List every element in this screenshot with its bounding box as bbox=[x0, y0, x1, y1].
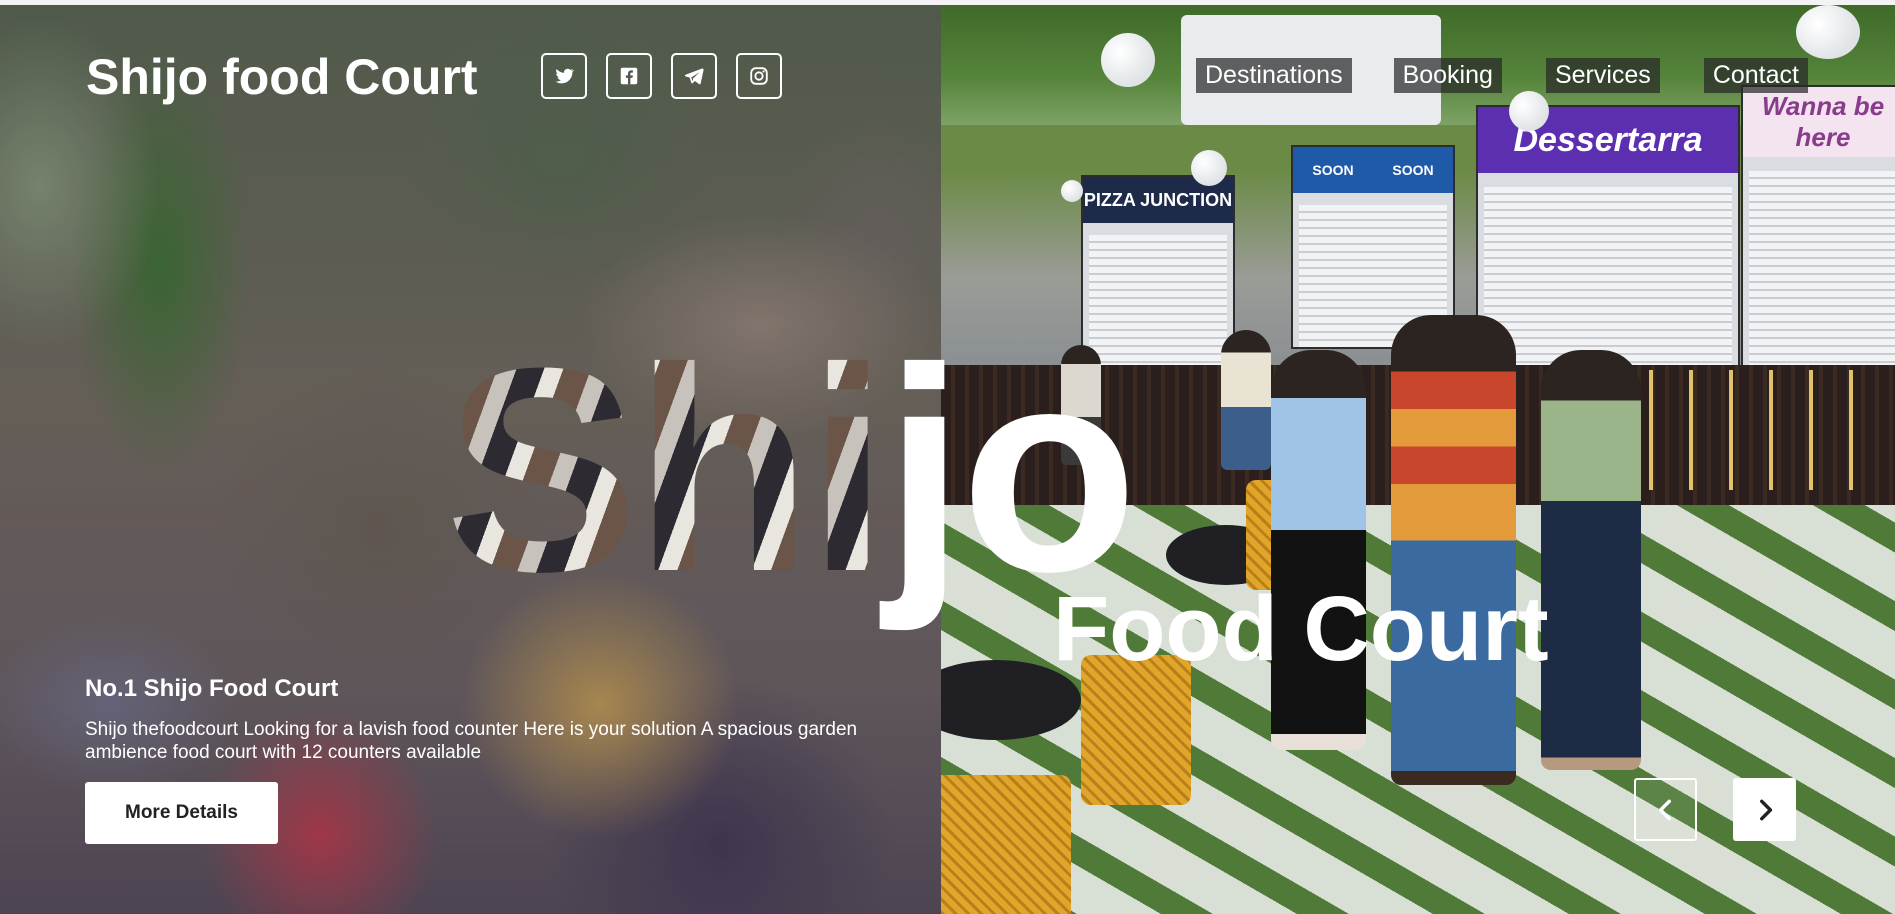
site-brand[interactable]: Shijo food Court bbox=[86, 48, 478, 106]
nav-item-destinations[interactable]: Destinations bbox=[1196, 58, 1352, 93]
twitter-button[interactable] bbox=[541, 53, 587, 99]
facebook-button[interactable] bbox=[606, 53, 652, 99]
nav-item-booking[interactable]: Booking bbox=[1393, 58, 1502, 93]
social-links bbox=[541, 53, 782, 99]
telegram-button[interactable] bbox=[671, 53, 717, 99]
wordmark-image-fill-part: Shi bbox=[445, 308, 888, 632]
stall-sign: Wanna be here bbox=[1743, 87, 1895, 157]
nav-item-contact[interactable]: Contact bbox=[1703, 58, 1808, 93]
hero-overlay-wordmark: Shijo bbox=[445, 325, 1138, 615]
paper-lantern bbox=[1509, 91, 1549, 131]
slider-prev-button[interactable] bbox=[1634, 778, 1697, 841]
yellow-chair bbox=[941, 775, 1071, 914]
paper-lantern bbox=[1061, 180, 1083, 202]
twitter-icon bbox=[555, 68, 575, 84]
stall-shutter bbox=[1484, 187, 1732, 367]
more-details-button[interactable]: More Details bbox=[85, 782, 278, 844]
stall-wanna-be-here: Wanna be here bbox=[1741, 85, 1895, 369]
person-green-top bbox=[1541, 350, 1641, 770]
hero-slider: PIZZA JUNCTION SOON SOON Dessertarra Wan… bbox=[0, 5, 1895, 914]
person-background bbox=[1221, 330, 1271, 470]
fence-lights bbox=[1631, 370, 1871, 490]
stall-sign: SOON bbox=[1312, 162, 1354, 178]
stall-dessertarra: Dessertarra bbox=[1476, 105, 1740, 369]
paper-lantern bbox=[1191, 150, 1227, 186]
paper-lantern bbox=[1101, 33, 1155, 87]
facebook-icon bbox=[620, 67, 638, 85]
main-nav: Destinations Booking Services Contact bbox=[1196, 58, 1808, 93]
person-blue-top bbox=[1271, 350, 1366, 750]
telegram-icon bbox=[684, 68, 704, 85]
chevron-left-icon bbox=[1658, 799, 1671, 820]
chevron-right-icon bbox=[1759, 799, 1772, 820]
instagram-icon bbox=[750, 67, 768, 85]
slide-title: No.1 Shijo Food Court bbox=[85, 675, 339, 702]
slider-next-button[interactable] bbox=[1733, 778, 1796, 841]
paper-lantern bbox=[1796, 5, 1860, 59]
nav-item-services[interactable]: Services bbox=[1545, 58, 1660, 93]
hero-overlay-subtitle: Food Court bbox=[1053, 578, 1549, 680]
slide-description: Shijo thefoodcourt Looking for a lavish … bbox=[85, 719, 858, 763]
instagram-button[interactable] bbox=[736, 53, 782, 99]
stall-sign: SOON bbox=[1392, 162, 1434, 178]
stall-shutter bbox=[1749, 171, 1895, 367]
person-striped-top bbox=[1391, 315, 1516, 785]
